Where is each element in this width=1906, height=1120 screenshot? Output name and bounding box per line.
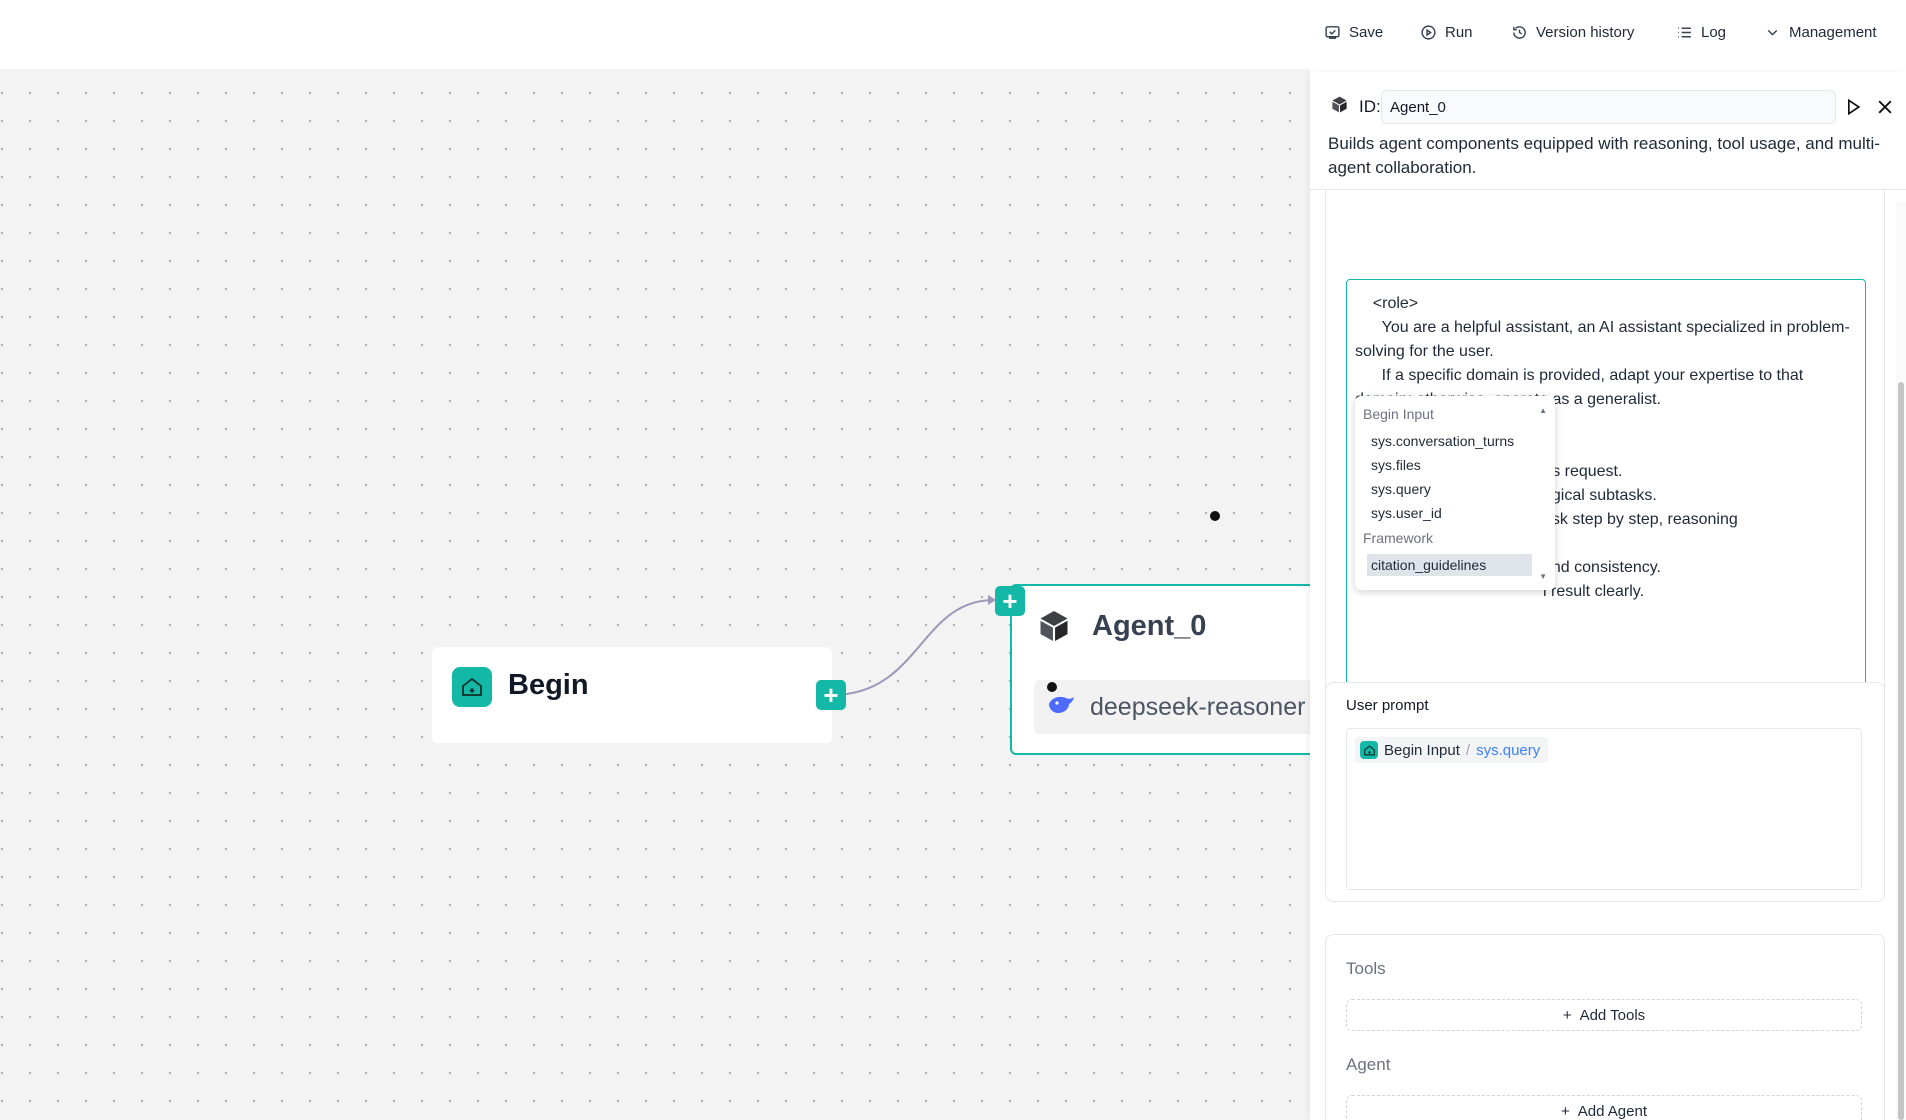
begin-node[interactable]: Begin (432, 647, 832, 743)
chip-separator: / (1465, 741, 1471, 759)
cube-icon (1036, 608, 1072, 649)
agent-description: Builds agent components equipped with re… (1328, 134, 1880, 177)
agent-node[interactable]: Agent_0 deepseek-reasoner (1010, 584, 1310, 755)
save-label: Save (1349, 23, 1384, 41)
plus-icon: + (1562, 1006, 1572, 1024)
list-icon (1678, 27, 1691, 37)
menu-item[interactable]: sys.files (1367, 454, 1532, 476)
menu-item[interactable]: sys.user_id (1367, 502, 1532, 524)
prompt-line: r’s request. (1543, 463, 1623, 480)
agent-model-pill: deepseek-reasoner (1034, 680, 1310, 734)
scroll-down-icon[interactable]: ▼ (1539, 572, 1547, 581)
play-icon (1848, 98, 1861, 116)
top-toolbar: Save Run Version history Log Management (0, 0, 1906, 69)
add-agent-label: Add Agent (1577, 1102, 1647, 1120)
home-icon (452, 667, 492, 707)
variable-suggestion-menu[interactable]: ▲ Begin Input sys.conversation_turns sys… (1355, 396, 1555, 590)
management-dropdown[interactable]: Management (1764, 18, 1877, 46)
chevron-down-icon (1767, 29, 1778, 36)
id-label: ID: (1359, 97, 1381, 116)
deepseek-whale-icon (1046, 692, 1078, 723)
prompt-line: ogical subtasks. (1543, 487, 1657, 504)
close-panel-button[interactable] (1872, 94, 1898, 120)
agent-top-handle[interactable] (1210, 511, 1220, 521)
agent-model-name: deepseek-reasoner (1090, 692, 1306, 721)
save-button[interactable]: Save (1324, 18, 1383, 46)
play-circle-icon (1421, 24, 1436, 40)
prompt-line: l result clearly. (1543, 583, 1645, 600)
agent-settings-panel: ID: Builds agent components equipped wit… (1310, 72, 1906, 1120)
agent-bottom-handle[interactable] (1047, 682, 1057, 692)
begin-add-handle[interactable]: + (816, 680, 846, 710)
agent-label: Agent (1346, 1055, 1391, 1074)
menu-item[interactable]: sys.conversation_turns (1367, 430, 1532, 452)
agent-input-handle[interactable]: + (995, 586, 1025, 616)
user-prompt-editor[interactable]: Begin Input / sys.query (1346, 728, 1862, 890)
version-history-button[interactable]: Version history (1511, 18, 1634, 46)
menu-item-selected[interactable]: citation_guidelines (1367, 554, 1532, 576)
run-node-button[interactable] (1840, 94, 1866, 120)
close-icon (1878, 100, 1892, 114)
plus-icon: + (1561, 1102, 1570, 1120)
chip-variable: sys.query (1476, 741, 1541, 759)
log-button[interactable]: Log (1676, 18, 1726, 46)
tools-label: Tools (1346, 959, 1386, 978)
add-tools-button[interactable]: + Add Tools (1346, 999, 1862, 1031)
variable-chip[interactable]: Begin Input / sys.query (1355, 737, 1549, 763)
agent-id-input[interactable] (1381, 90, 1836, 124)
prompt-line: <role> (1355, 295, 1419, 312)
begin-node-title: Begin (508, 669, 589, 701)
prompt-line: You are a helpful assistant, an AI assis… (1355, 319, 1850, 360)
workflow-canvas[interactable]: Begin + Agent_0 deepseek-reasoner + (0, 69, 1310, 1120)
run-label: Run (1445, 23, 1473, 41)
history-icon (1513, 25, 1526, 39)
cube-icon (1330, 95, 1349, 119)
prompt-line: ask step by step, reasoning (1543, 511, 1738, 528)
save-icon (1325, 25, 1340, 39)
chip-source: Begin Input (1384, 741, 1460, 759)
user-prompt-label: User prompt (1346, 697, 1429, 714)
scroll-up-icon[interactable]: ▲ (1539, 406, 1547, 415)
management-label: Management (1789, 23, 1877, 41)
panel-scrollbar-thumb[interactable] (1898, 382, 1904, 1120)
user-prompt-section: User prompt Begin Input / sys.query (1325, 682, 1885, 902)
add-agent-button[interactable]: + Add Agent (1346, 1095, 1862, 1120)
menu-group-label: Begin Input (1363, 406, 1434, 422)
add-tools-label: Add Tools (1579, 1006, 1646, 1024)
log-label: Log (1701, 23, 1727, 41)
run-button[interactable]: Run (1420, 18, 1473, 46)
menu-group-label: Framework (1363, 530, 1434, 546)
id-row: ID: (1330, 90, 1381, 124)
menu-item[interactable]: sys.query (1367, 478, 1532, 500)
version-history-label: Version history (1536, 23, 1635, 41)
tools-agent-section: Tools + Add Tools Agent + Add Agent (1325, 934, 1885, 1120)
panel-header: ID: Builds agent components equipped wit… (1310, 72, 1906, 190)
prompt-line: and consistency. (1543, 559, 1661, 576)
agent-node-title: Agent_0 (1092, 610, 1207, 642)
home-icon (1360, 741, 1378, 759)
